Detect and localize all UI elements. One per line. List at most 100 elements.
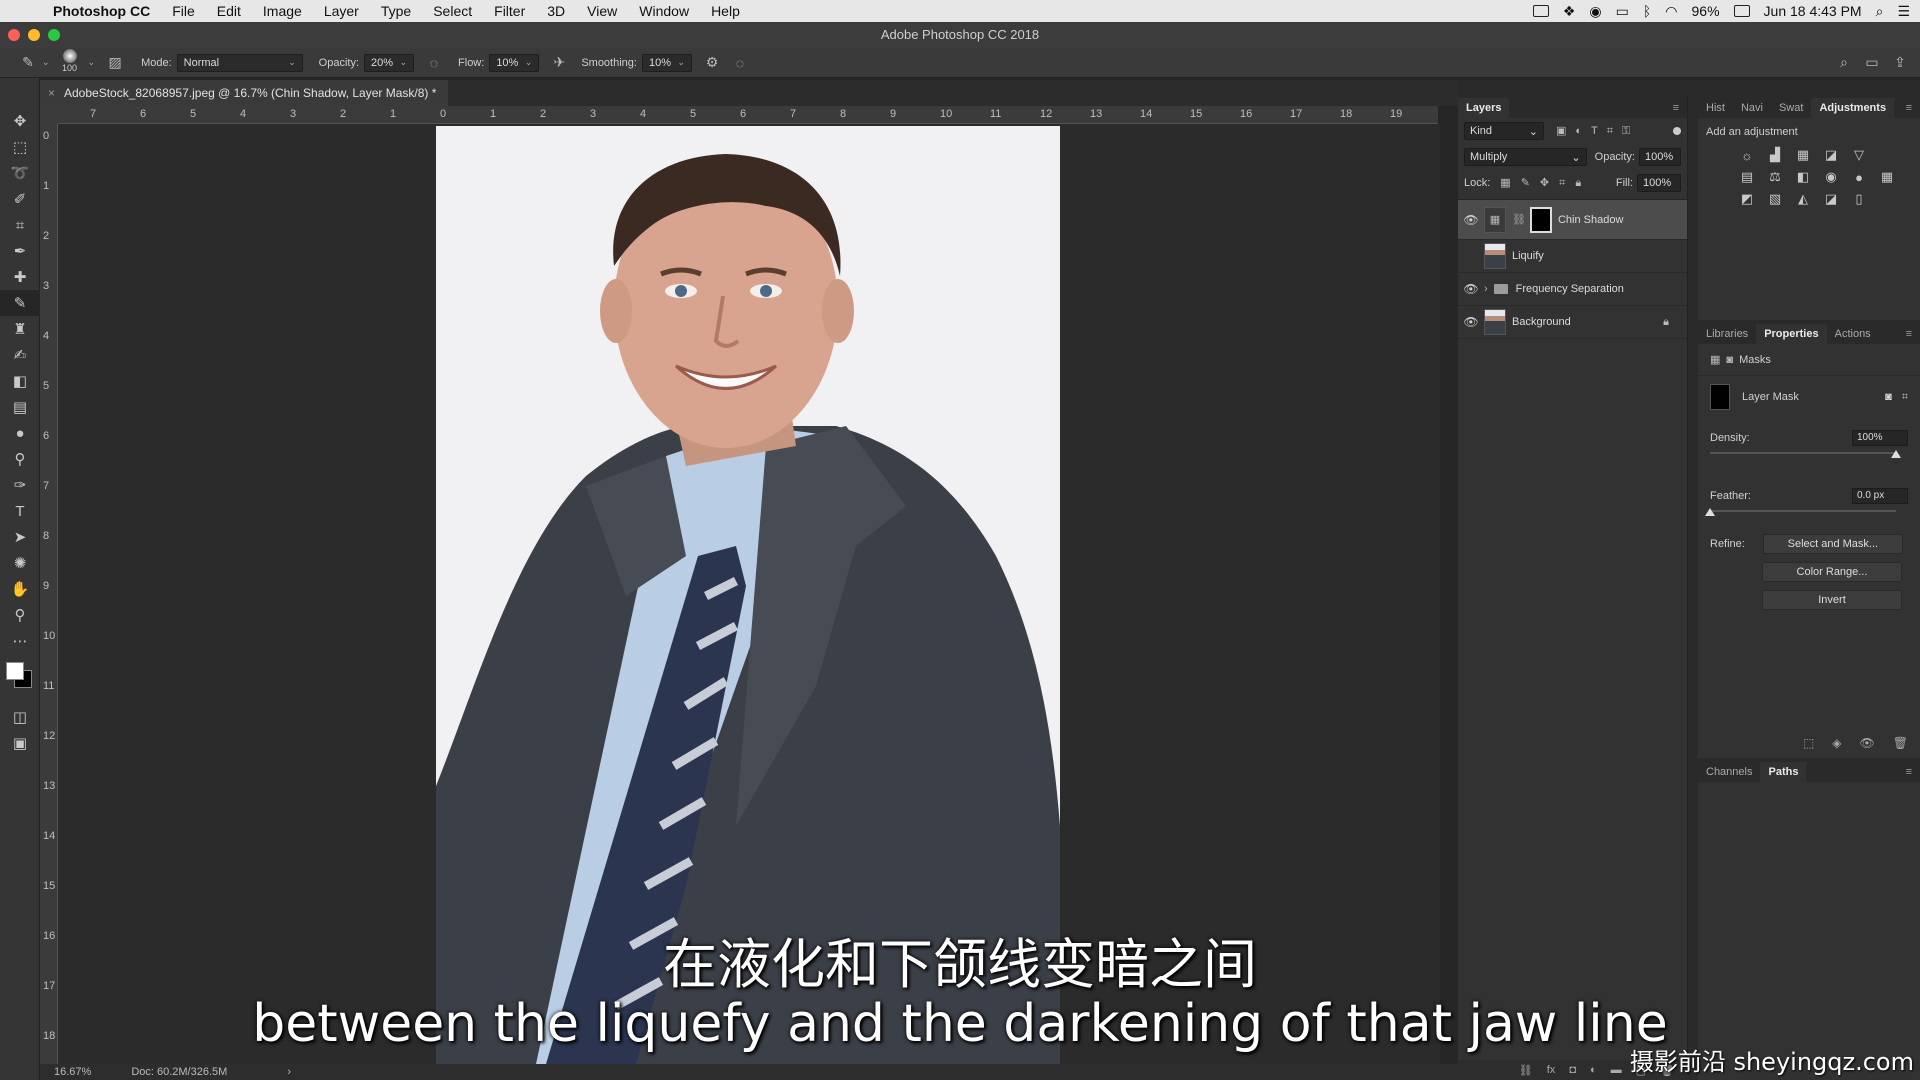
- creative-cloud-icon[interactable]: ◉: [1589, 3, 1601, 20]
- filter-toggle-icon[interactable]: [1673, 127, 1681, 135]
- layer-name[interactable]: Background: [1512, 316, 1571, 328]
- add-vector-mask-icon[interactable]: ⌗: [1902, 391, 1908, 404]
- invert-icon[interactable]: ◩: [1738, 190, 1756, 208]
- menu-view[interactable]: View: [576, 3, 628, 19]
- lock-option-icons[interactable]: ▦✎✥⌗🔒︎: [1500, 176, 1591, 190]
- history-brush-tool-icon[interactable]: ✍: [0, 342, 40, 368]
- eyedropper-tool-icon[interactable]: ✒: [0, 238, 40, 264]
- airplay-icon[interactable]: ▭: [1616, 3, 1629, 20]
- datetime[interactable]: Jun 18 4:43 PM: [1764, 3, 1862, 19]
- tab-actions[interactable]: Actions: [1827, 324, 1879, 344]
- layer-row-chin-shadow[interactable]: 👁︎ ▦ ⛓ Chin Shadow: [1458, 200, 1687, 240]
- brush-picker-chevron-icon[interactable]: ⌄: [88, 57, 96, 68]
- airbrush-icon[interactable]: ✈: [551, 54, 567, 71]
- gear-icon[interactable]: ⚙: [704, 54, 720, 71]
- chevron-right-icon[interactable]: ›: [1484, 283, 1488, 295]
- ruler-origin[interactable]: [40, 106, 58, 124]
- fx-icon[interactable]: fx: [1547, 1064, 1556, 1076]
- menu-app-name[interactable]: Photoshop CC: [42, 3, 161, 19]
- move-tool-icon[interactable]: ✥: [0, 108, 40, 134]
- close-tab-icon[interactable]: ×: [48, 80, 55, 106]
- horizontal-ruler[interactable]: 7 6 5 4 3 2 1 0 1 2 3 4 5 6 7 8 9 10 11 12 13 14 15 16 17 18 19: [58, 106, 1438, 124]
- zoom-level[interactable]: 16.67%: [54, 1066, 91, 1078]
- menu-help[interactable]: Help: [700, 3, 751, 19]
- select-pixel-mask-icon[interactable]: ◙: [1885, 391, 1892, 403]
- new-adjustment-icon[interactable]: ◐: [1590, 1064, 1597, 1076]
- tab-libraries[interactable]: Libraries: [1698, 324, 1756, 344]
- clone-stamp-tool-icon[interactable]: ♜: [0, 316, 40, 342]
- mask-visibility-eye-icon[interactable]: 👁︎: [1860, 736, 1875, 750]
- visibility-eye-icon[interactable]: 👁︎: [1458, 282, 1484, 296]
- brush-preset-picker[interactable]: 100: [58, 48, 82, 77]
- tab-properties[interactable]: Properties: [1756, 324, 1827, 344]
- vibrance-icon[interactable]: ▽: [1850, 146, 1868, 164]
- document-size[interactable]: Doc: 60.2M/326.5M: [131, 1066, 227, 1078]
- density-field[interactable]: 100%: [1852, 430, 1908, 446]
- zoom-window-button[interactable]: [48, 29, 60, 41]
- tab-history[interactable]: Hist: [1698, 98, 1733, 118]
- invert-button[interactable]: Invert: [1762, 590, 1902, 610]
- new-group-icon[interactable]: ▬: [1611, 1064, 1622, 1076]
- panel-menu-icon[interactable]: ≡: [1665, 102, 1687, 118]
- color-lookup-icon[interactable]: ▦: [1878, 168, 1896, 186]
- menu-type[interactable]: Type: [370, 3, 422, 19]
- slider-knob[interactable]: [1891, 450, 1901, 458]
- screen-icon[interactable]: [1532, 5, 1549, 17]
- bluetooth-icon[interactable]: ᛒ: [1643, 3, 1651, 19]
- marquee-tool-icon[interactable]: ⬚: [0, 134, 40, 160]
- visibility-eye-icon[interactable]: 👁︎: [1458, 315, 1484, 329]
- hand-tool-icon[interactable]: ✋: [0, 576, 40, 602]
- search-icon[interactable]: ⌕: [1876, 3, 1884, 20]
- curves-icon[interactable]: ▦: [1794, 146, 1812, 164]
- lasso-tool-icon[interactable]: ➰: [0, 160, 40, 186]
- pressure-size-icon[interactable]: ◌: [732, 55, 748, 71]
- panel-menu-icon[interactable]: ≡: [1898, 102, 1920, 118]
- tab-adjustments[interactable]: Adjustments: [1811, 98, 1895, 118]
- pressure-opacity-icon[interactable]: ◌: [426, 55, 442, 71]
- kind-filter-select[interactable]: Kind ⌄: [1464, 122, 1544, 140]
- vector-mask-icon[interactable]: ◙: [1726, 354, 1733, 366]
- opacity-field[interactable]: 20% ⌄: [364, 53, 415, 72]
- notification-icon[interactable]: ☰: [1897, 3, 1910, 20]
- gradient-map-icon[interactable]: ▯: [1850, 190, 1868, 208]
- channel-mixer-icon[interactable]: ●: [1850, 168, 1868, 186]
- visibility-eye-icon[interactable]: 👁︎: [1458, 213, 1484, 227]
- menu-3d[interactable]: 3D: [536, 3, 576, 19]
- layer-mask-thumbnail[interactable]: [1529, 206, 1552, 233]
- tool-preset-chevron-icon[interactable]: ⌄: [42, 57, 50, 68]
- search-icon[interactable]: ⌕: [1836, 54, 1852, 71]
- brush-settings-icon[interactable]: ▨: [107, 54, 123, 71]
- dropbox-icon[interactable]: ❖: [1563, 3, 1576, 20]
- share-icon[interactable]: ⇪: [1892, 54, 1908, 71]
- layer-name[interactable]: Frequency Separation: [1516, 283, 1624, 295]
- tab-channels[interactable]: Channels: [1698, 762, 1760, 782]
- color-range-button[interactable]: Color Range...: [1762, 562, 1902, 582]
- tab-navigator[interactable]: Navi: [1733, 98, 1771, 118]
- foreground-color-swatch[interactable]: [6, 662, 24, 680]
- menu-select[interactable]: Select: [422, 3, 483, 19]
- selective-color-icon[interactable]: ◪: [1822, 190, 1840, 208]
- path-select-tool-icon[interactable]: ➤: [0, 524, 40, 550]
- status-menu-chevron-icon[interactable]: ›: [287, 1066, 291, 1078]
- dodge-tool-icon[interactable]: ⚲: [0, 446, 40, 472]
- battery-percent[interactable]: 96%: [1692, 3, 1720, 19]
- posterize-icon[interactable]: ▧: [1766, 190, 1784, 208]
- eraser-tool-icon[interactable]: ◧: [0, 368, 40, 394]
- layer-opacity-field[interactable]: 100%: [1639, 148, 1681, 166]
- panel-menu-icon[interactable]: ≡: [1898, 328, 1920, 344]
- minimize-window-button[interactable]: [28, 29, 40, 41]
- quick-select-tool-icon[interactable]: ✐: [0, 186, 40, 212]
- wifi-icon[interactable]: ◠: [1665, 3, 1677, 20]
- layer-row-background[interactable]: 👁︎ Background 🔒︎: [1458, 306, 1687, 339]
- feather-slider[interactable]: [1705, 508, 1896, 516]
- menu-layer[interactable]: Layer: [313, 3, 370, 19]
- healing-brush-tool-icon[interactable]: ✚: [0, 264, 40, 290]
- blur-tool-icon[interactable]: ●: [0, 420, 40, 446]
- smoothing-field[interactable]: 10% ⌄: [641, 53, 692, 72]
- menu-window[interactable]: Window: [628, 3, 700, 19]
- zoom-tool-icon[interactable]: ⚲: [0, 602, 40, 628]
- photo-filter-icon[interactable]: ◉: [1822, 168, 1840, 186]
- trash-icon[interactable]: 🗑︎: [1893, 736, 1908, 750]
- brush-tool-icon[interactable]: ✎: [0, 290, 40, 316]
- menu-file[interactable]: File: [161, 3, 206, 19]
